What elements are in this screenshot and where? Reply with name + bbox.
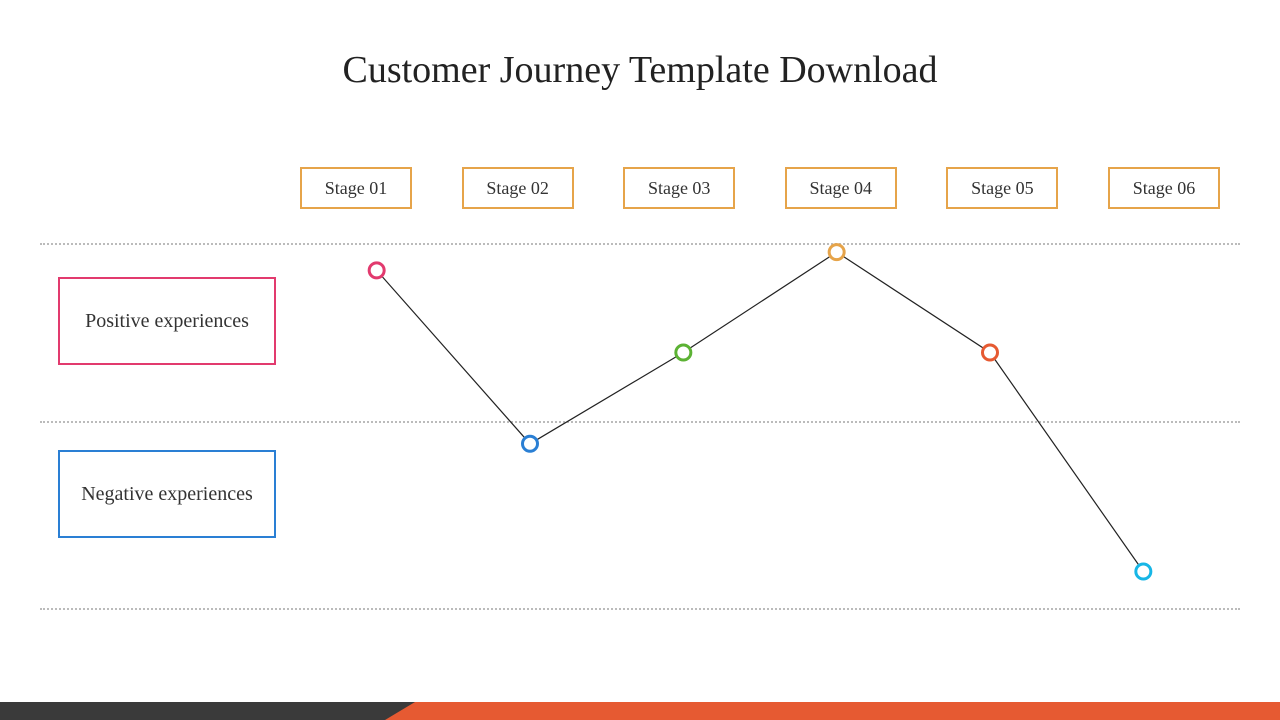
page-title: Customer Journey Template Download — [0, 48, 1280, 92]
stage-box: Stage 01 — [300, 167, 412, 209]
chart-svg — [300, 243, 1220, 608]
journey-line-chart — [300, 243, 1220, 608]
negative-label-box: Negative experiences — [58, 450, 276, 538]
stage-box: Stage 06 — [1108, 167, 1220, 209]
footer-orange-segment — [415, 702, 1280, 720]
chart-points — [369, 245, 1151, 579]
positive-label-box: Positive experiences — [58, 277, 276, 365]
chart-point — [369, 263, 384, 278]
chart-point — [829, 245, 844, 260]
stage-box: Stage 04 — [785, 167, 897, 209]
chart-point — [983, 345, 998, 360]
footer-bar — [0, 702, 1280, 720]
footer-diagonal — [385, 702, 415, 720]
footer-dark-segment — [0, 702, 415, 720]
divider-bot — [40, 608, 1240, 610]
stage-box: Stage 02 — [462, 167, 574, 209]
chart-point — [1136, 564, 1151, 579]
stages-row: Stage 01 Stage 02 Stage 03 Stage 04 Stag… — [300, 167, 1220, 209]
slide-root: Customer Journey Template Download Stage… — [0, 0, 1280, 720]
chart-line — [377, 252, 1144, 571]
chart-point — [676, 345, 691, 360]
stage-box: Stage 03 — [623, 167, 735, 209]
chart-point — [523, 436, 538, 451]
stage-box: Stage 05 — [946, 167, 1058, 209]
